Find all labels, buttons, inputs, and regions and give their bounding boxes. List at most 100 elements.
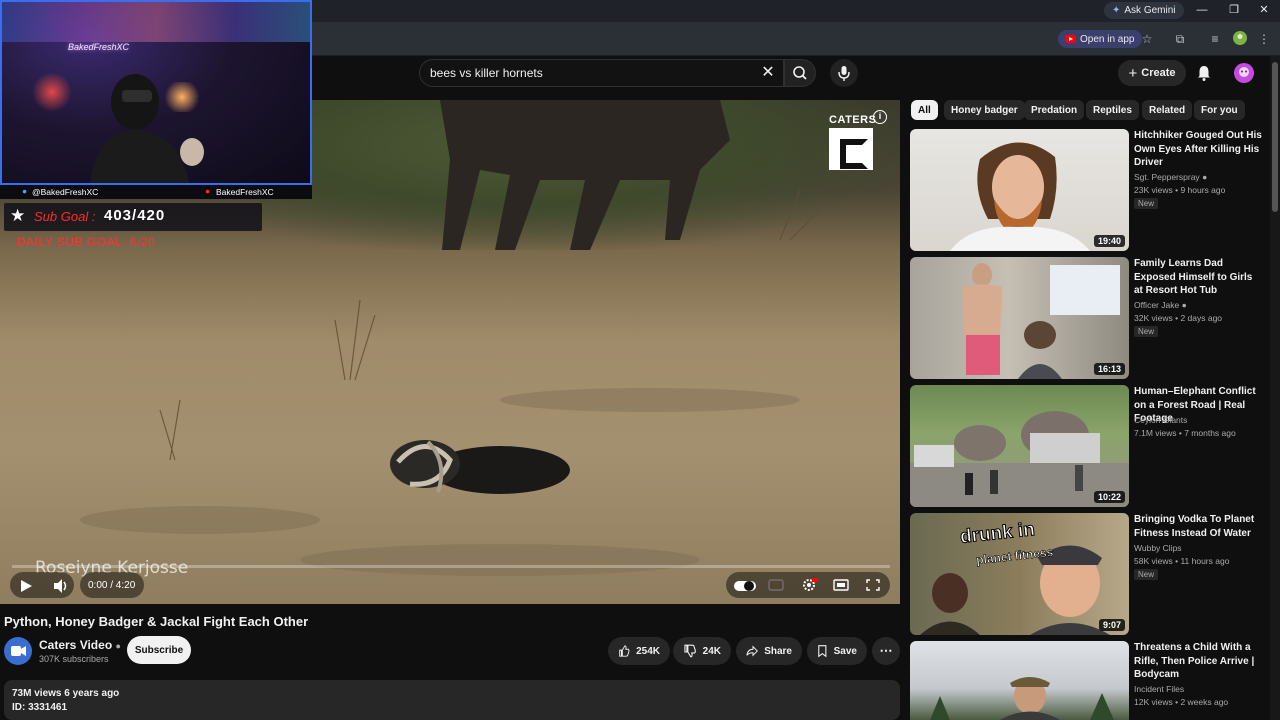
verified-icon: ● (1181, 300, 1187, 310)
chip-for-you[interactable]: For you (1194, 100, 1245, 120)
like-count: 254K (636, 645, 660, 657)
clear-search-icon[interactable]: ✕ (760, 64, 776, 82)
recommendation-channel-text[interactable]: Sgt. Pepperspray (1134, 172, 1200, 182)
autoplay-toggle-icon[interactable] (733, 579, 757, 593)
fullscreen-icon[interactable] (865, 578, 881, 592)
page-scrollbar-thumb[interactable] (1272, 62, 1278, 212)
bookmark-star-icon[interactable]: ☆ (1139, 31, 1155, 47)
channel-name[interactable]: Caters Video ● (39, 638, 121, 652)
chip-predation[interactable]: Predation (1024, 100, 1085, 120)
caters-logo-text: CATERS (829, 114, 877, 126)
webcam-led-lights (2, 2, 310, 42)
play-icon[interactable] (18, 578, 34, 594)
chip-related[interactable]: Related (1142, 100, 1193, 120)
thumbnail-art (962, 263, 1120, 379)
video-title: Python, Honey Badger & Jackal Fight Each… (4, 614, 309, 629)
recommendation-channel[interactable]: Officer Jake ● (1134, 300, 1187, 310)
description-box[interactable]: 73M views 6 years ago ID: 3331461 (4, 680, 900, 720)
recommendation-item[interactable]: 19:40 Hitchhiker Gouged Out His Own Eyes… (910, 129, 1270, 251)
microphone-icon (838, 66, 850, 81)
search-icon (793, 66, 807, 80)
share-button[interactable]: Share (736, 637, 802, 665)
close-window-icon[interactable]: ✕ (1254, 2, 1274, 19)
recommendation-thumbnail[interactable]: 19:40 (910, 129, 1129, 251)
recommendation-item[interactable]: Threatens a Child With a Rifle, Then Pol… (910, 641, 1270, 720)
more-actions-icon[interactable]: ⋯ (872, 637, 900, 665)
channel-subscribers: 307K subscribers (39, 654, 109, 664)
extensions-icon[interactable]: ⧉ (1172, 31, 1188, 47)
recommendation-channel[interactable]: Ceylon Giants (1134, 415, 1187, 425)
browser-menu-icon[interactable]: ⋮ (1256, 31, 1272, 47)
recommendation-title[interactable]: Family Learns Dad Exposed Himself to Gir… (1134, 257, 1264, 298)
streamer-silhouette (90, 74, 204, 183)
recommendation-item[interactable]: 16:13 Family Learns Dad Exposed Himself … (910, 257, 1270, 379)
open-in-app-button[interactable]: Open in app (1058, 30, 1142, 48)
ask-gemini-button[interactable]: ✦ Ask Gemini (1104, 2, 1184, 19)
thumbs-up-icon (619, 645, 630, 657)
chip-all[interactable]: All (911, 100, 938, 120)
video-duration: 9:07 (1098, 619, 1125, 631)
chip-reptiles[interactable]: Reptiles (1086, 100, 1139, 120)
recommendation-channel[interactable]: Incident Files (1134, 684, 1184, 694)
recommendation-channel[interactable]: Wubby Clips (1134, 543, 1182, 553)
notifications-bell-icon[interactable] (1195, 64, 1213, 82)
search-query-text: bees vs killer hornets (430, 66, 543, 80)
video-duration: 10:22 (1093, 491, 1125, 503)
video-id: ID: 3331461 (12, 702, 68, 713)
share-icon (746, 645, 759, 657)
recommendation-title[interactable]: Threatens a Child With a Rifle, Then Pol… (1134, 641, 1264, 682)
share-label: Share (764, 645, 792, 657)
recommendation-meta: 32K views • 2 days ago (1134, 313, 1223, 323)
caters-brand-logo: CATERS (829, 114, 877, 172)
save-button[interactable]: Save (807, 637, 867, 665)
recommendation-title[interactable]: Hitchhiker Gouged Out His Own Eyes After… (1134, 129, 1264, 170)
volume-icon[interactable] (52, 578, 70, 594)
recommendation-thumbnail[interactable]: 10:22 (910, 385, 1129, 507)
dislike-count: 24K (702, 645, 721, 657)
channel-avatar[interactable] (4, 637, 32, 665)
neon-sign: BakedFreshXC (68, 42, 130, 52)
stream-handle-right: BakedFreshXC (216, 187, 274, 197)
like-button[interactable]: 254K (608, 637, 670, 665)
recommendation-thumbnail[interactable]: 16:13 (910, 257, 1129, 379)
streamer-webcam: BakedFreshXC (0, 0, 312, 185)
thumbnail-art (930, 677, 1114, 720)
recommendation-item[interactable]: 10:22 Human–Elephant Conflict on a Fores… (910, 385, 1270, 507)
dislike-button[interactable]: 24K (673, 637, 731, 665)
youtube-handle-icon: ● (205, 186, 211, 196)
theater-mode-icon[interactable] (833, 578, 849, 592)
new-badge: New (1134, 326, 1159, 337)
search-input[interactable]: bees vs killer hornets (419, 59, 784, 87)
recommendation-thumbnail[interactable] (910, 641, 1129, 720)
sub-goal-widget: ★ Sub Goal : 403/420 (4, 203, 262, 231)
caters-logo-mark (829, 128, 873, 170)
minimize-icon[interactable]: — (1192, 2, 1212, 19)
recommendation-title[interactable]: Bringing Vodka To Planet Fitness Instead… (1134, 513, 1264, 540)
create-label: Create (1141, 67, 1176, 79)
sub-goal-label: Sub Goal : (34, 209, 96, 224)
star-icon: ★ (10, 206, 26, 225)
video-progress-bar[interactable] (12, 565, 890, 568)
recommendation-thumbnail[interactable]: drunk in planet fitness 9:07 (910, 513, 1129, 635)
captions-icon[interactable] (768, 578, 784, 592)
recommendation-item[interactable]: drunk in planet fitness 9:07 Bringing Vo… (910, 513, 1270, 635)
search-button[interactable] (784, 59, 816, 87)
settings-gear-icon[interactable] (800, 577, 818, 593)
sub-goal-value: 403/420 (104, 207, 166, 224)
account-avatar[interactable] (1234, 63, 1254, 83)
restore-icon[interactable]: ❐ (1224, 2, 1244, 19)
views-and-date: 73M views 6 years ago (12, 688, 120, 699)
plus-icon: + (1128, 64, 1138, 82)
channel-name-text[interactable]: Caters Video (39, 638, 112, 652)
create-button[interactable]: + Create (1118, 60, 1186, 86)
info-icon[interactable]: i (873, 110, 887, 124)
voice-search-button[interactable] (830, 59, 858, 87)
save-label: Save (833, 645, 857, 657)
profile-avatar[interactable] (1232, 31, 1248, 47)
media-controls-icon[interactable]: ≡ (1207, 31, 1223, 47)
recommendation-channel-text[interactable]: Officer Jake (1134, 300, 1179, 310)
chip-honey-badger[interactable]: Honey badger (944, 100, 1025, 120)
recommendation-channel[interactable]: Sgt. Pepperspray ● (1134, 172, 1207, 182)
webcam-plushies (32, 72, 72, 112)
subscribe-button[interactable]: Subscribe (127, 636, 191, 664)
